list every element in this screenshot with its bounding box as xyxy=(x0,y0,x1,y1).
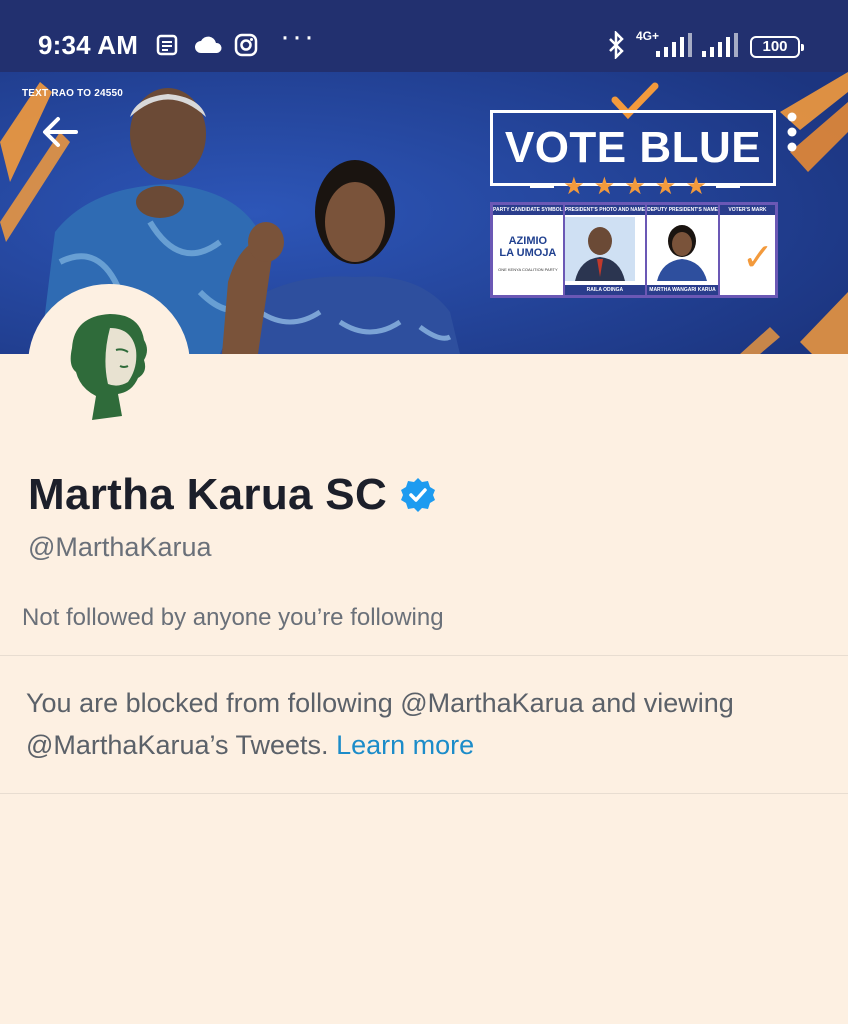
back-arrow-icon xyxy=(43,117,78,147)
profile-name: Martha Karua SC xyxy=(28,470,388,519)
signal-icon xyxy=(700,30,740,60)
star-icon: ★ xyxy=(654,173,677,200)
notes-icon xyxy=(156,30,178,60)
star-line xyxy=(715,185,740,188)
blocked-notice: You are blocked from following @MarthaKa… xyxy=(26,682,826,766)
status-time: 9:34 AM xyxy=(38,30,139,60)
ballot-party-name: AZIMIO LA UMOJA xyxy=(493,235,563,259)
ballot-mark-col: VOTER'S MARK ✓ xyxy=(719,205,775,295)
signal-icon xyxy=(650,30,694,60)
profile-handle: @MarthaKarua xyxy=(28,532,212,562)
star-icon: ★ xyxy=(624,173,646,200)
status-bar: 9:34 AM ··· 4G+ 100 xyxy=(0,0,848,72)
ballot-deputy-name: MARTHA WANGARI KARUA xyxy=(647,285,718,295)
divider xyxy=(0,655,848,656)
ballot-party-line1: AZIMIO xyxy=(508,235,548,247)
ballot-party-col: PARTY CANDIDATE SYMBOL AZIMIO LA UMOJA O… xyxy=(493,205,565,295)
ballot-header: DEPUTY PRESIDENT'S NAME xyxy=(647,205,718,215)
ballot-header: VOTER'S MARK xyxy=(719,205,775,215)
banner-text-code: TEXT RAO TO 24550 xyxy=(22,88,124,99)
profile-avatar[interactable] xyxy=(28,284,190,446)
ballot-president-name: RAILA ODINGA xyxy=(564,285,646,295)
ballot-party-sub: ONE KENYA COALITION PARTY xyxy=(498,267,558,272)
ballot-party-line2: LA UMOJA xyxy=(499,247,557,259)
star-row: ★ ★ ★ ★ ★ xyxy=(530,172,740,201)
ballot-card: PARTY CANDIDATE SYMBOL AZIMIO LA UMOJA O… xyxy=(490,202,778,298)
star-icon: ★ xyxy=(685,173,707,200)
instagram-icon xyxy=(234,30,258,60)
overflow-menu-icon xyxy=(787,112,797,152)
star-line xyxy=(530,185,554,188)
star-icon: ★ xyxy=(563,173,585,200)
check-mark-icon: ✓ xyxy=(741,237,774,279)
more-dots-icon: ··· xyxy=(280,20,316,53)
vote-headline: VOTE BLUE xyxy=(504,123,762,172)
verified-badge-icon[interactable] xyxy=(399,476,437,514)
ballot-header: PARTY CANDIDATE SYMBOL xyxy=(493,205,563,215)
ballot-president-col: PRESIDENT'S PHOTO AND NAME RAILA ODINGA xyxy=(564,205,648,295)
learn-more-link[interactable]: Learn more xyxy=(336,730,474,760)
president-photo xyxy=(564,217,635,281)
cloud-icon xyxy=(194,30,224,60)
ballot-deputy-col: DEPUTY PRESIDENT'S NAME MARTHA WANGARI K… xyxy=(647,205,720,295)
ballot-header: PRESIDENT'S PHOTO AND NAME xyxy=(564,205,646,215)
deputy-photo xyxy=(647,217,718,281)
battery-icon: 100 xyxy=(750,36,804,58)
avatar-silhouette xyxy=(32,288,186,442)
profile-name-row: Martha Karua SC xyxy=(28,470,437,520)
star-icon: ★ xyxy=(593,173,616,200)
overflow-menu-button[interactable] xyxy=(778,108,806,156)
followers-context: Not followed by anyone you’re following xyxy=(22,604,444,631)
back-button[interactable] xyxy=(36,108,84,156)
bluetooth-icon xyxy=(606,30,626,60)
divider xyxy=(0,793,848,794)
